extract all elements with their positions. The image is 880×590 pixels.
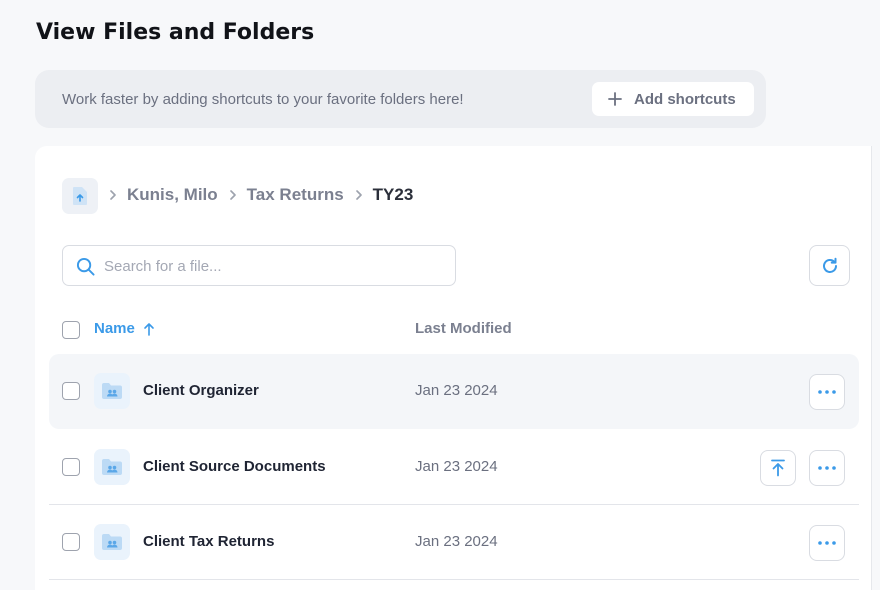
more-dots-icon bbox=[818, 541, 836, 545]
shortcut-message: Work faster by adding shortcuts to your … bbox=[62, 91, 464, 108]
table-row[interactable]: Client Organizer Jan 23 2024 bbox=[49, 354, 859, 429]
chevron-right-icon bbox=[229, 190, 236, 200]
more-dots-icon bbox=[818, 390, 836, 394]
search-icon bbox=[76, 257, 95, 276]
row-modified: Jan 23 2024 bbox=[415, 533, 498, 550]
row-modified: Jan 23 2024 bbox=[415, 458, 498, 475]
add-shortcuts-label: Add shortcuts bbox=[634, 90, 736, 108]
shared-folder-icon bbox=[94, 524, 130, 560]
shortcut-banner: Work faster by adding shortcuts to your … bbox=[35, 70, 766, 128]
chevron-right-icon bbox=[355, 190, 362, 200]
upload-button[interactable] bbox=[760, 450, 796, 486]
more-dots-icon bbox=[818, 466, 836, 470]
breadcrumb-tax-returns[interactable]: Tax Returns bbox=[247, 185, 344, 205]
breadcrumb: Kunis, Milo Tax Returns TY23 bbox=[105, 185, 413, 205]
row-checkbox[interactable] bbox=[62, 533, 80, 551]
shared-folder-icon bbox=[94, 449, 130, 485]
plus-icon bbox=[608, 92, 622, 106]
breadcrumb-client[interactable]: Kunis, Milo bbox=[127, 185, 218, 205]
chevron-right-icon bbox=[110, 190, 116, 200]
table-row[interactable]: Client Source Documents Jan 23 2024 bbox=[49, 430, 859, 505]
page-title: View Files and Folders bbox=[36, 20, 315, 45]
upload-icon bbox=[771, 459, 785, 477]
column-header-last-modified[interactable]: Last Modified bbox=[415, 320, 512, 337]
arrow-up-icon bbox=[144, 322, 154, 336]
more-options-button[interactable] bbox=[809, 525, 845, 561]
row-checkbox[interactable] bbox=[62, 382, 80, 400]
row-name[interactable]: Client Tax Returns bbox=[143, 533, 274, 550]
search-input[interactable] bbox=[104, 255, 444, 277]
add-shortcuts-button[interactable]: Add shortcuts bbox=[592, 82, 754, 116]
select-all-checkbox[interactable] bbox=[62, 321, 80, 339]
refresh-icon bbox=[822, 257, 837, 273]
row-modified: Jan 23 2024 bbox=[415, 382, 498, 399]
row-checkbox[interactable] bbox=[62, 458, 80, 476]
column-name-label: Name bbox=[94, 320, 135, 337]
root-folder-button[interactable] bbox=[62, 178, 98, 214]
row-name[interactable]: Client Source Documents bbox=[143, 458, 326, 475]
breadcrumb-current: TY23 bbox=[372, 185, 414, 204]
column-header-name[interactable]: Name bbox=[94, 320, 155, 337]
shared-folder-icon bbox=[94, 373, 130, 409]
folder-upload-icon bbox=[73, 187, 87, 205]
table-header: Name Last Modified bbox=[35, 316, 871, 342]
row-name[interactable]: Client Organizer bbox=[143, 382, 259, 399]
file-browser-panel: Kunis, Milo Tax Returns TY23 Name La bbox=[35, 146, 872, 590]
refresh-button[interactable] bbox=[809, 245, 850, 286]
more-options-button[interactable] bbox=[809, 374, 845, 410]
more-options-button[interactable] bbox=[809, 450, 845, 486]
search-box bbox=[62, 245, 456, 286]
table-row[interactable]: Client Tax Returns Jan 23 2024 bbox=[49, 505, 859, 580]
